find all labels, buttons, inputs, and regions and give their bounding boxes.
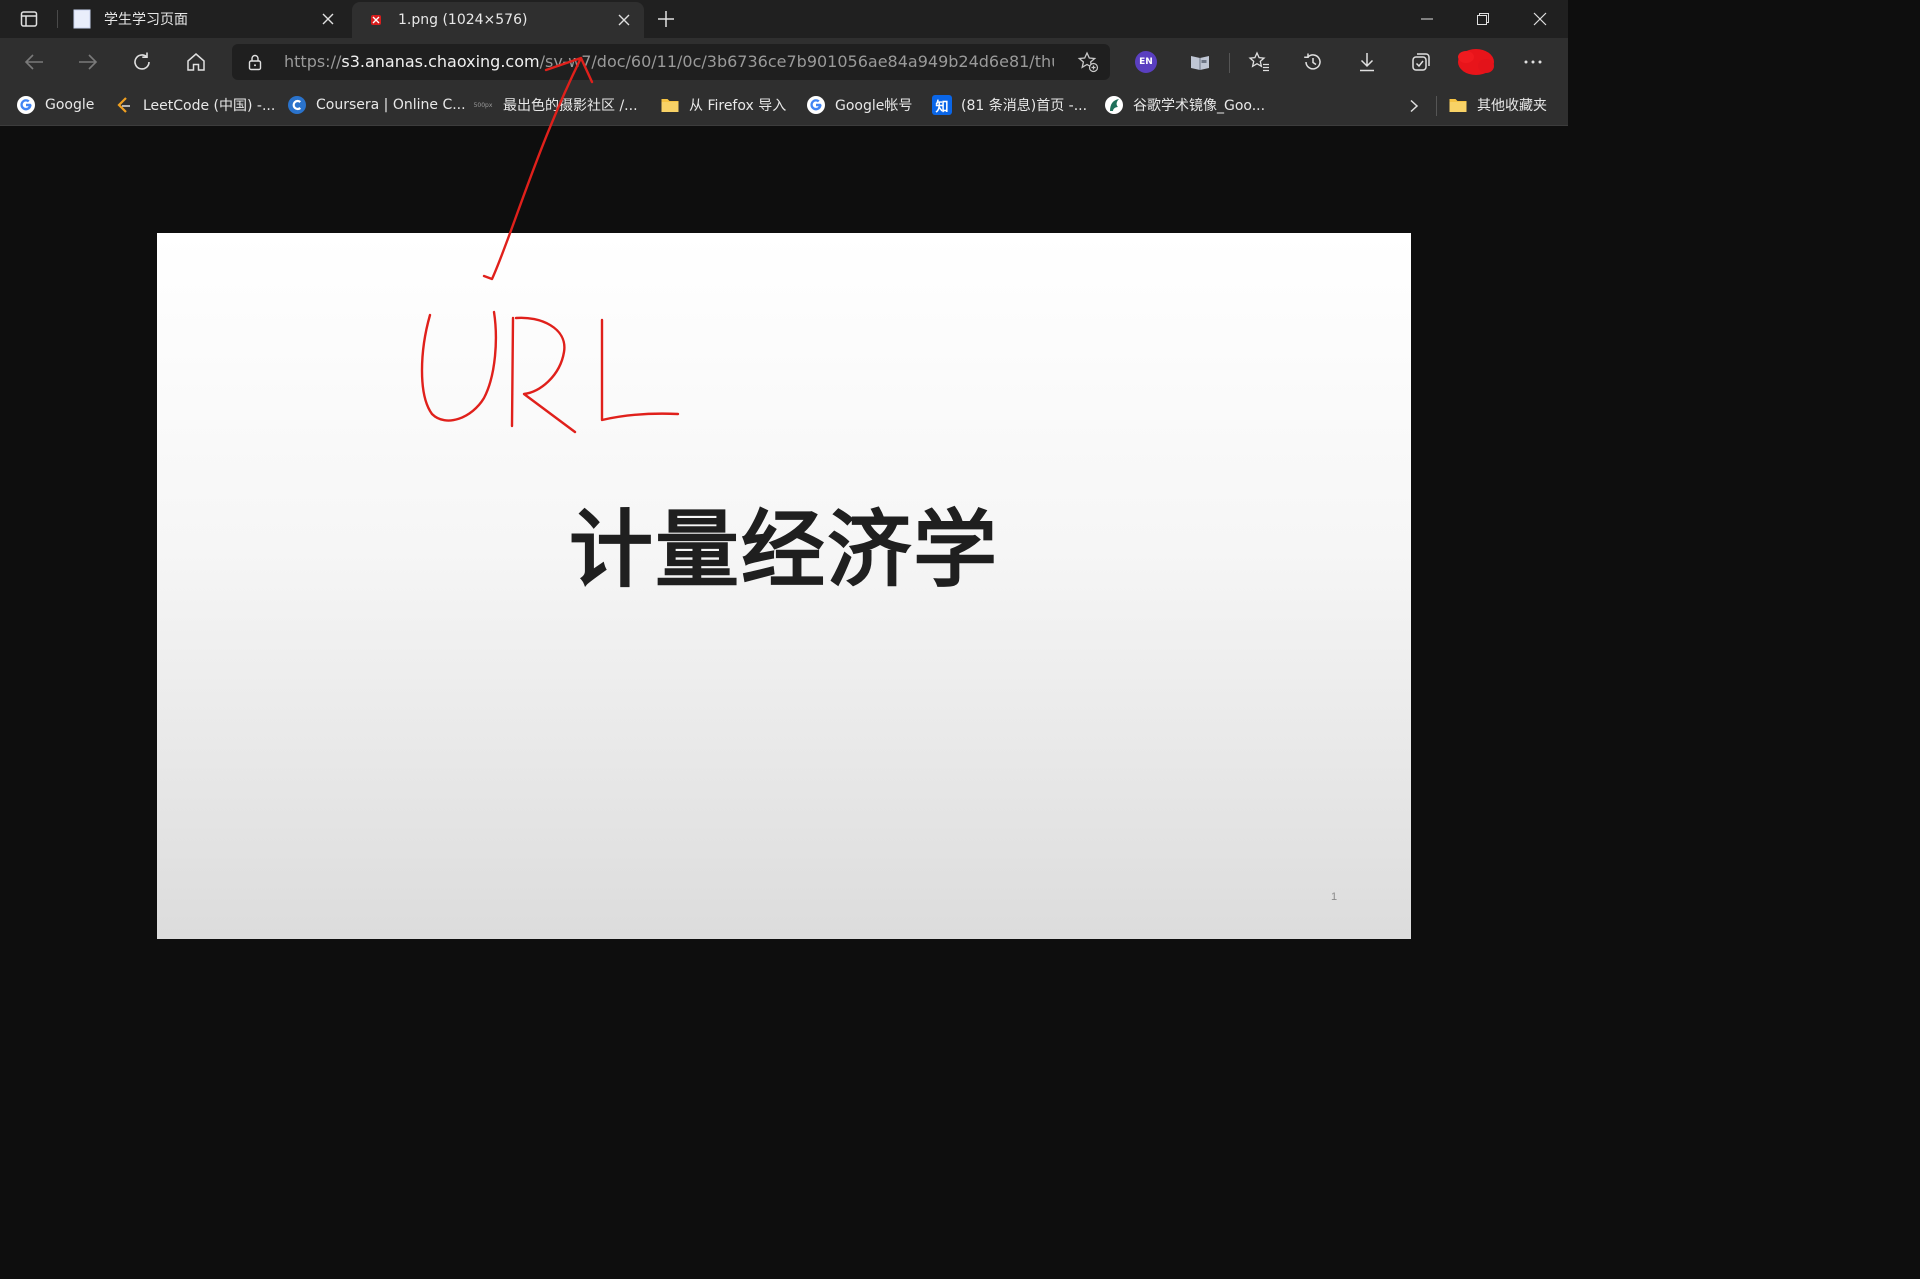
url-host: s3.ananas.chaoxing.com (341, 52, 540, 71)
tab-actions-button[interactable] (8, 6, 50, 32)
tab-close-button[interactable] (612, 8, 636, 32)
more-dots-icon (1524, 60, 1542, 64)
url-path: /sv-w7/doc/60/11/0c/3b6736ce7b901056ae84… (539, 52, 1054, 71)
bookmark-label: 谷歌学术镜像_Goo... (1133, 98, 1266, 114)
google-icon (16, 95, 36, 115)
restore-button[interactable] (1455, 0, 1511, 38)
restore-icon (1477, 13, 1489, 25)
reload-button[interactable] (124, 44, 160, 80)
bookmark-label: LeetCode (中国) -... (143, 98, 276, 114)
forward-button[interactable] (70, 44, 106, 80)
bookmark-label: 其他收藏夹 (1477, 98, 1547, 114)
chaoxing-favicon (366, 10, 386, 30)
leetcode-icon (114, 95, 134, 115)
tab-title: 学生学习页面 (104, 12, 188, 28)
bookmark-google-account[interactable]: Google帐号 (806, 92, 912, 118)
bookmark-leetcode[interactable]: LeetCode (中国) -... (114, 92, 275, 118)
tab-close-button[interactable] (316, 7, 340, 31)
forward-arrow-icon (79, 54, 98, 70)
back-arrow-icon (24, 54, 43, 70)
slide-page-number: 1 (1331, 891, 1338, 903)
reload-icon (134, 52, 150, 70)
close-window-button[interactable] (1512, 0, 1568, 38)
bookmark-label: 从 Firefox 导入 (689, 98, 787, 114)
avatar (1458, 49, 1494, 75)
folder-icon (1448, 95, 1468, 115)
new-tab-button[interactable] (652, 6, 680, 32)
bookmarks-bar: Google LeetCode (中国) -... Coursera | Onl… (0, 86, 1568, 126)
address-bar[interactable]: https://s3.ananas.chaoxing.com/sv-w7/doc… (232, 44, 1110, 80)
google-icon (806, 95, 826, 115)
lock-icon[interactable] (244, 51, 266, 73)
reader-extension-button[interactable] (1182, 44, 1218, 80)
url-text[interactable]: https://s3.ananas.chaoxing.com/sv-w7/doc… (284, 52, 1054, 71)
bookmark-label: 最出色的摄影社区 /... (503, 98, 638, 114)
settings-more-button[interactable] (1515, 44, 1551, 80)
history-button[interactable] (1295, 44, 1331, 80)
home-button[interactable] (178, 44, 214, 80)
url-scheme: https:// (284, 52, 342, 71)
translate-extension-button[interactable]: EN (1128, 44, 1164, 80)
home-icon (187, 53, 205, 71)
collections-button[interactable] (1403, 44, 1439, 80)
profile-button[interactable] (1453, 44, 1499, 80)
bookmark-label: Google (45, 97, 95, 113)
bookmark-coursera[interactable]: Coursera | Online C... (287, 92, 466, 118)
back-button[interactable] (16, 44, 52, 80)
close-icon (1533, 12, 1547, 26)
bookmark-zhihu[interactable]: 知 (81 条消息)首页 -... (932, 92, 1087, 118)
bookmark-label: Coursera | Online C... (316, 97, 466, 113)
tab-actions-icon (20, 11, 38, 27)
minimize-icon (1421, 18, 1433, 20)
blank-page-icon (72, 9, 92, 29)
plus-icon (658, 11, 674, 27)
chevron-right-icon (1410, 99, 1419, 113)
bookmark-scholar-mirror[interactable]: 谷歌学术镜像_Goo... (1104, 92, 1265, 118)
slide-image[interactable]: 计量经济学 1 (157, 233, 1411, 939)
bookmarks-separator (1436, 96, 1437, 116)
translate-extension-icon: EN (1135, 51, 1157, 73)
500px-icon: 500px (473, 101, 493, 109)
star-add-icon (1077, 51, 1099, 73)
bookmark-google[interactable]: Google (16, 92, 94, 118)
minimize-button[interactable] (1399, 0, 1455, 38)
bookmark-label: Google帐号 (835, 98, 913, 114)
toolbar: https://s3.ananas.chaoxing.com/sv-w7/doc… (0, 38, 1568, 86)
bookmarks-overflow-button[interactable] (1402, 93, 1426, 119)
toolbar-separator (1229, 53, 1230, 73)
tab-image-1png[interactable]: 1.png (1024×576) (352, 2, 644, 38)
bookmark-label: (81 条消息)首页 -... (961, 98, 1088, 114)
bookmark-other-favorites[interactable]: 其他收藏夹 (1448, 92, 1547, 118)
add-favorite-button[interactable] (1076, 50, 1100, 74)
slide-title: 计量经济学 (568, 501, 999, 599)
book-extension-icon (1191, 56, 1209, 70)
zhihu-icon: 知 (932, 95, 952, 115)
scholar-mirror-icon (1104, 95, 1124, 115)
bookmark-folder-firefox[interactable]: 从 Firefox 导入 (660, 92, 786, 118)
folder-icon (660, 95, 680, 115)
title-bar: 学生学习页面 1.png (1024×576) (0, 0, 1568, 38)
bookmark-500px[interactable]: 500px 最出色的摄影社区 /... (472, 92, 638, 118)
image-viewer: 计量经济学 1 (0, 126, 1568, 1045)
tab-student-study[interactable]: 学生学习页面 (58, 0, 348, 38)
tab-title: 1.png (1024×576) (398, 12, 528, 28)
coursera-icon (287, 95, 307, 115)
close-icon (618, 14, 630, 26)
favorites-star-icon (1248, 51, 1269, 72)
favorites-button[interactable] (1241, 44, 1277, 80)
download-icon (1360, 53, 1374, 72)
downloads-button[interactable] (1349, 44, 1385, 80)
close-icon (322, 13, 334, 25)
collections-icon (1412, 53, 1430, 71)
history-icon (1304, 53, 1321, 70)
